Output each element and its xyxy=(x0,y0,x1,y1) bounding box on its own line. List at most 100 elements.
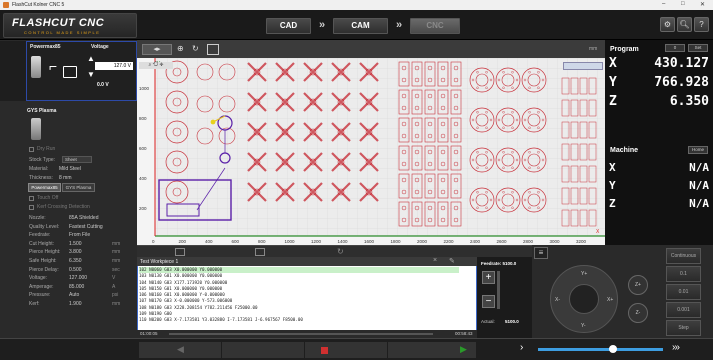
start-button[interactable]: ▶ xyxy=(388,342,476,358)
actual-feed-value: 5100.0 xyxy=(505,319,519,324)
param-value[interactable]: 0.500 xyxy=(69,267,82,273)
app-icon xyxy=(3,2,9,8)
view-mode-toolbar[interactable] xyxy=(563,62,603,70)
jog-mode-0-1[interactable]: 0.1 xyxy=(666,266,701,282)
jog-y-plus[interactable]: Y+ xyxy=(581,271,587,277)
machine-z-value: N/A xyxy=(689,197,709,210)
param-value[interactable]: From File xyxy=(69,232,90,238)
machine-x-label: X xyxy=(609,161,616,174)
stop-button[interactable] xyxy=(305,342,387,358)
menu-icon[interactable]: ≡ xyxy=(534,247,548,259)
touch-off-checkbox[interactable] xyxy=(29,196,34,201)
torch-icon xyxy=(31,56,41,78)
thickness-value: 8 mm xyxy=(59,175,72,181)
tab-cad[interactable]: CAD xyxy=(266,18,311,34)
edit-icon[interactable]: ✎ xyxy=(449,257,455,265)
jog-y-minus[interactable]: Y- xyxy=(581,323,586,329)
param-value[interactable]: 1.900 xyxy=(69,301,82,307)
feed-plus-button[interactable]: + xyxy=(482,271,495,284)
program-name: Test Workpiece 1 xyxy=(140,259,179,265)
minimize-button[interactable]: – xyxy=(662,1,665,7)
x-tick-label: 2800 xyxy=(523,239,534,244)
jog-speed-knob[interactable] xyxy=(609,345,617,353)
dry-run-checkbox[interactable] xyxy=(29,147,34,152)
param-label: Feedrate: xyxy=(29,232,51,239)
gcode-listing[interactable]: 102 N0060 G03 X0.000000 Y0.000000 103 N01… xyxy=(139,267,459,329)
material-label: Material: xyxy=(29,166,49,172)
jog-z-minus[interactable]: Z- xyxy=(628,303,648,323)
param-value[interactable]: 3.800 xyxy=(69,249,82,255)
close-button[interactable]: ✕ xyxy=(700,1,705,8)
home-button[interactable]: Home xyxy=(688,146,708,154)
feed-minus-button[interactable]: − xyxy=(482,295,495,308)
dry-run-label: Dry Run xyxy=(37,146,56,152)
param-value[interactable]: 85.000 xyxy=(69,284,84,290)
param-label: Kerf: xyxy=(29,301,40,307)
pause-button[interactable] xyxy=(222,342,304,358)
fit-view-icon[interactable] xyxy=(207,44,219,55)
zero-button[interactable]: 0 xyxy=(665,44,685,52)
maximize-button[interactable]: □ xyxy=(681,1,685,7)
param-value[interactable]: 127.000 xyxy=(69,275,87,281)
jog-mode-continuous[interactable]: Continuous xyxy=(666,248,701,264)
param-value[interactable]: 6.350 xyxy=(69,258,82,264)
prev-button[interactable]: ◀ xyxy=(139,342,221,358)
voltage-up-icon[interactable]: ▲ xyxy=(87,54,95,63)
param-unit: mm xyxy=(112,240,121,247)
param-unit: mm xyxy=(112,249,121,256)
zoom-icon[interactable]: ⊕ xyxy=(177,44,189,55)
voltage-set-field[interactable]: 127.0 V xyxy=(95,62,133,70)
param-value[interactable]: Fastest Cutting xyxy=(69,224,103,230)
reload-icon[interactable]: ↻ xyxy=(337,247,344,256)
param-label: Quality Level: xyxy=(29,223,60,230)
refresh-icon[interactable]: ↻ xyxy=(192,44,204,55)
machine-y-value: N/A xyxy=(689,179,709,192)
units-label: mm xyxy=(589,46,598,52)
powermax-select-button[interactable]: Powermax85 xyxy=(28,183,61,192)
jog-x-plus[interactable]: X+ xyxy=(607,297,613,303)
voltage-actual: 0.0 V xyxy=(97,82,109,88)
tab-cam[interactable]: CAM xyxy=(333,18,388,34)
jog-mode-step[interactable]: Step xyxy=(666,320,701,336)
x-tick-label: 600 xyxy=(232,239,240,244)
view-tools[interactable]: ⌕ ⟲ ✥ xyxy=(139,62,173,69)
program-y-value: 766.928 xyxy=(654,75,709,90)
gcode-header: Test Workpiece 1 × ✎ xyxy=(137,257,477,266)
toolpath-canvas[interactable]: 1000800600400200 0 200 400 600 800 1000 1200 14… xyxy=(137,58,605,245)
feed-slider-track[interactable] xyxy=(497,271,500,309)
help-icon[interactable]: ? xyxy=(694,17,709,32)
kerf-checkbox[interactable] xyxy=(29,205,34,210)
gears-icon[interactable]: ⚙ xyxy=(660,17,675,32)
set-button[interactable]: Set xyxy=(688,44,708,52)
folder-icon[interactable] xyxy=(175,248,185,256)
jog-x-minus[interactable]: X- xyxy=(555,297,560,303)
jog-mode-0-01[interactable]: 0.01 xyxy=(666,284,701,300)
play-icon: ▶ xyxy=(460,344,467,354)
x-tick-label: 1000 xyxy=(285,239,296,244)
jog-z-plus[interactable]: Z+ xyxy=(628,275,648,295)
save-icon[interactable] xyxy=(255,248,265,256)
gys-select-button[interactable]: GYS Plasma xyxy=(62,183,95,192)
window-title: FlashCut Kolner CNC 5 xyxy=(12,2,65,8)
lift-icon xyxy=(63,66,77,78)
tab-cnc[interactable]: CNC xyxy=(410,18,460,34)
gcode-line[interactable]: 110 N0200 G03 X-7.173581 Y3.032880 I-7.1… xyxy=(139,317,459,323)
jog-speed-slider[interactable] xyxy=(538,345,663,353)
param-value[interactable]: 1.500 xyxy=(69,241,82,247)
jog-mode-0-001[interactable]: 0.001 xyxy=(666,302,701,318)
jog-panel: ≡ Y+ Y- X- X+ Z+ Z- Continuous 0.1 0.01 … xyxy=(532,245,713,338)
touch-off-label: Touch Off xyxy=(37,195,59,201)
x-tick-label: 1200 xyxy=(311,239,322,244)
voltage-down-icon[interactable]: ▼ xyxy=(87,70,95,79)
stock-type-select[interactable]: Sheet xyxy=(62,156,92,163)
param-value[interactable]: 85A Shielded xyxy=(69,215,98,221)
close-icon[interactable]: × xyxy=(433,257,437,264)
param-value[interactable]: Auto xyxy=(69,292,79,298)
torch-icon xyxy=(31,118,41,140)
param-unit: mm xyxy=(112,301,121,307)
search-icon[interactable]: 🔍︎ xyxy=(677,17,692,32)
x-tick-label: 400 xyxy=(205,239,213,244)
chevron-right-icon: » xyxy=(318,19,326,31)
program-x-label: X xyxy=(609,56,617,71)
pan-icon[interactable]: ◂▸ xyxy=(142,44,172,55)
